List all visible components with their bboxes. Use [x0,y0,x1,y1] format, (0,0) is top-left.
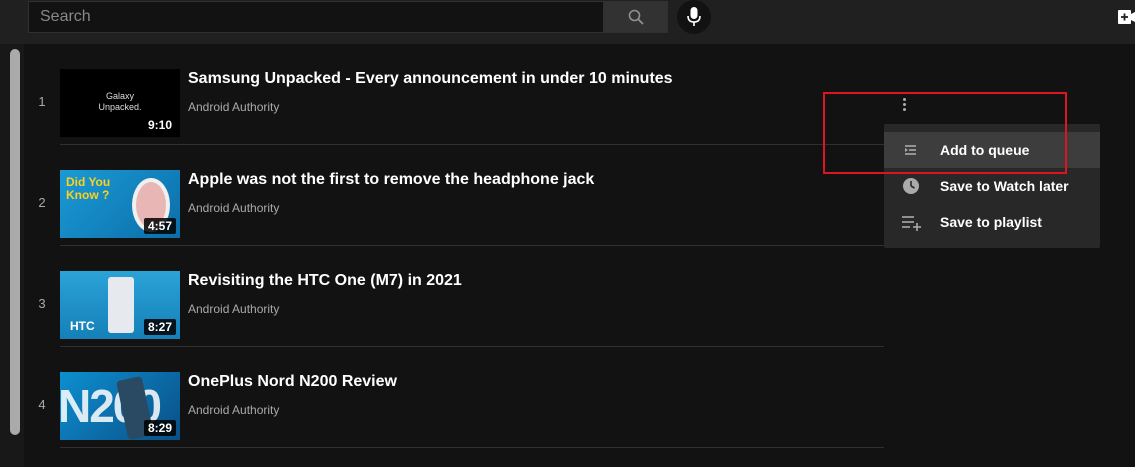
video-duration: 9:10 [143,117,176,133]
scrollbar-thumb[interactable] [10,49,20,435]
channel-name[interactable]: Android Authority [188,201,279,215]
video-thumbnail[interactable]: Did You Know ? 4:57 [60,170,180,238]
video-duration: 8:27 [143,319,176,335]
clock-icon [903,178,919,194]
microphone-icon [687,7,701,26]
playlist-row[interactable]: 2 Did You Know ? 4:57 Apple was not the … [24,145,884,246]
row-index: 3 [38,296,46,311]
row-index: 2 [38,195,46,210]
search-input[interactable]: Search [28,1,604,33]
video-thumbnail[interactable]: Galaxy Unpacked. 9:10 [60,69,180,137]
playlist-add-icon [902,216,921,231]
video-thumbnail[interactable]: HTC 8:27 [60,271,180,339]
top-bar: Search [0,0,1135,44]
search-icon [628,9,644,25]
row-index: 1 [38,94,46,109]
highlight-annotation-box [823,92,1067,174]
video-title[interactable]: Apple was not the first to remove the he… [188,171,594,189]
playlist-row[interactable]: 4 N200 8:29 OnePlus Nord N200 Review And… [24,347,884,448]
create-video-icon[interactable] [1118,10,1135,24]
row-divider [60,447,884,448]
video-title[interactable]: Revisiting the HTC One (M7) in 2021 [188,272,462,290]
channel-name[interactable]: Android Authority [188,403,279,417]
video-title[interactable]: Samsung Unpacked - Every announcement in… [188,70,673,88]
thumbnail-text: HTC [70,319,95,333]
playlist-row[interactable]: 1 Galaxy Unpacked. 9:10 Samsung Unpacked… [24,44,884,145]
thumbnail-text: Did You Know ? [66,175,111,202]
video-duration: 4:57 [143,218,176,234]
channel-name[interactable]: Android Authority [188,100,279,114]
video-title[interactable]: OnePlus Nord N200 Review [188,373,397,391]
thumbnail-text: Galaxy Unpacked. [98,91,142,112]
row-index: 4 [38,397,46,412]
menu-item-label: Save to Watch later [940,178,1069,194]
video-duration: 8:29 [143,420,176,436]
menu-item-save-playlist[interactable]: Save to playlist [884,204,1100,240]
menu-item-label: Save to playlist [940,214,1042,230]
channel-name[interactable]: Android Authority [188,302,279,316]
playlist-row[interactable]: 3 HTC 8:27 Revisiting the HTC One (M7) i… [24,246,884,347]
search-button[interactable] [604,1,668,33]
phone-graphic [108,277,134,333]
video-thumbnail[interactable]: N200 8:29 [60,372,180,440]
voice-search-button[interactable] [677,0,711,34]
